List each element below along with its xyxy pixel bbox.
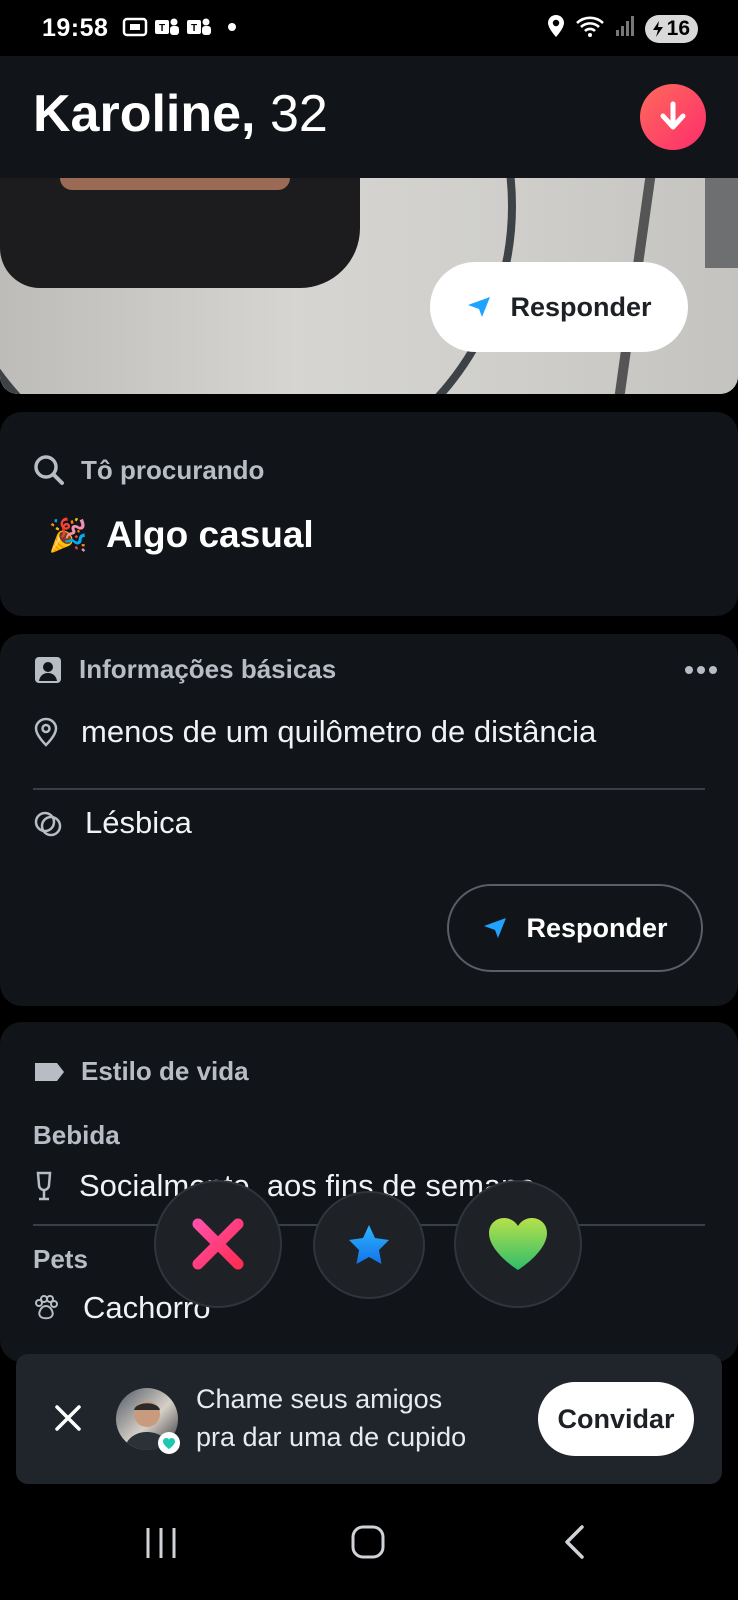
reply-photo-button[interactable]: Responder [430, 262, 688, 352]
paw-icon [35, 1295, 58, 1320]
tag-icon [35, 1062, 64, 1081]
location-pin-icon [34, 717, 58, 747]
basic-info-header: Informações básicas [33, 654, 336, 685]
party-icon: 🎉 [48, 517, 88, 553]
orientation-text: Lésbica [85, 805, 192, 840]
looking-for-title: Tô procurando [81, 454, 265, 485]
battery-level: 16 [666, 16, 690, 40]
lifestyle-title: Estilo de vida [81, 1056, 249, 1086]
nope-button[interactable] [154, 1180, 282, 1308]
notification-dot [228, 23, 236, 31]
drink-label: Bebida [33, 1120, 120, 1150]
send-icon [484, 918, 507, 938]
status-bar: 19:58 T T 16 [0, 0, 738, 56]
wifi-icon [575, 14, 605, 43]
close-invite-button[interactable] [50, 1400, 86, 1436]
back-button[interactable] [562, 1524, 586, 1565]
profile-card-icon [35, 656, 61, 683]
notification-icons: T T [122, 15, 236, 39]
profile-header: Karoline, 32 [0, 56, 738, 178]
heart-badge-icon [158, 1432, 180, 1454]
x-icon [192, 1218, 244, 1270]
home-button[interactable] [350, 1524, 386, 1565]
reply-photo-label: Responder [510, 291, 652, 322]
signal-icon [615, 15, 635, 42]
collapse-profile-button[interactable] [640, 84, 706, 150]
back-icon [565, 1525, 584, 1559]
teams-icon: T [154, 15, 180, 39]
glass-icon [36, 1171, 52, 1201]
screenshot-icon [122, 15, 148, 39]
super-like-button[interactable] [313, 1191, 425, 1299]
system-nav-bar [0, 1484, 738, 1600]
invite-banner: Chame seus amigos pra dar uma de cupido … [16, 1354, 722, 1484]
invite-line-2: pra dar uma de cupido [196, 1422, 467, 1452]
invite-button[interactable]: Convidar [538, 1382, 694, 1456]
star-icon [349, 1225, 389, 1264]
looking-for-header: Tô procurando [33, 454, 264, 486]
profile-name: Karoline, [33, 85, 256, 143]
pets-label: Pets [33, 1244, 88, 1274]
recent-apps-button[interactable] [144, 1526, 178, 1565]
teams-icon: T [186, 15, 212, 39]
orientation-icon [34, 811, 62, 837]
search-icon [34, 455, 64, 485]
profile-title: Karoline, 32 [33, 84, 328, 144]
basic-info-title: Informações básicas [79, 654, 337, 684]
more-options-icon[interactable] [685, 666, 717, 674]
system-icons: 16 [547, 14, 698, 43]
status-time: 19:58 [42, 14, 109, 42]
reply-info-button[interactable]: Responder [447, 884, 703, 972]
distance-text: menos de um quilômetro de distância [81, 714, 597, 749]
invite-line-1: Chame seus amigos [196, 1384, 443, 1414]
lifestyle-header: Estilo de vida [33, 1056, 249, 1087]
drink-value: Socialmente, aos fins de semana [79, 1168, 536, 1203]
home-icon [351, 1525, 385, 1559]
orientation-row: Lésbica [33, 790, 192, 856]
send-icon [468, 297, 491, 317]
distance-row: menos de um quilômetro de distância [33, 714, 596, 750]
reply-info-label: Responder [526, 912, 668, 943]
battery-icon: 16 [644, 14, 698, 43]
invite-message: Chame seus amigos pra dar uma de cupido [196, 1380, 466, 1456]
close-icon [55, 1405, 81, 1431]
svg-text:T: T [159, 23, 165, 34]
looking-for-value: Algo casual [106, 514, 314, 555]
location-icon [547, 14, 565, 43]
drink-row: Socialmente, aos fins de semana [33, 1168, 536, 1204]
arrow-down-icon [660, 101, 686, 130]
heart-icon [489, 1218, 547, 1270]
like-button[interactable] [454, 1180, 582, 1308]
recent-apps-icon [146, 1528, 176, 1558]
svg-text:T: T [191, 23, 197, 34]
profile-age: 32 [269, 85, 328, 143]
looking-for-card: Tô procurando 🎉 Algo casual [0, 412, 738, 616]
